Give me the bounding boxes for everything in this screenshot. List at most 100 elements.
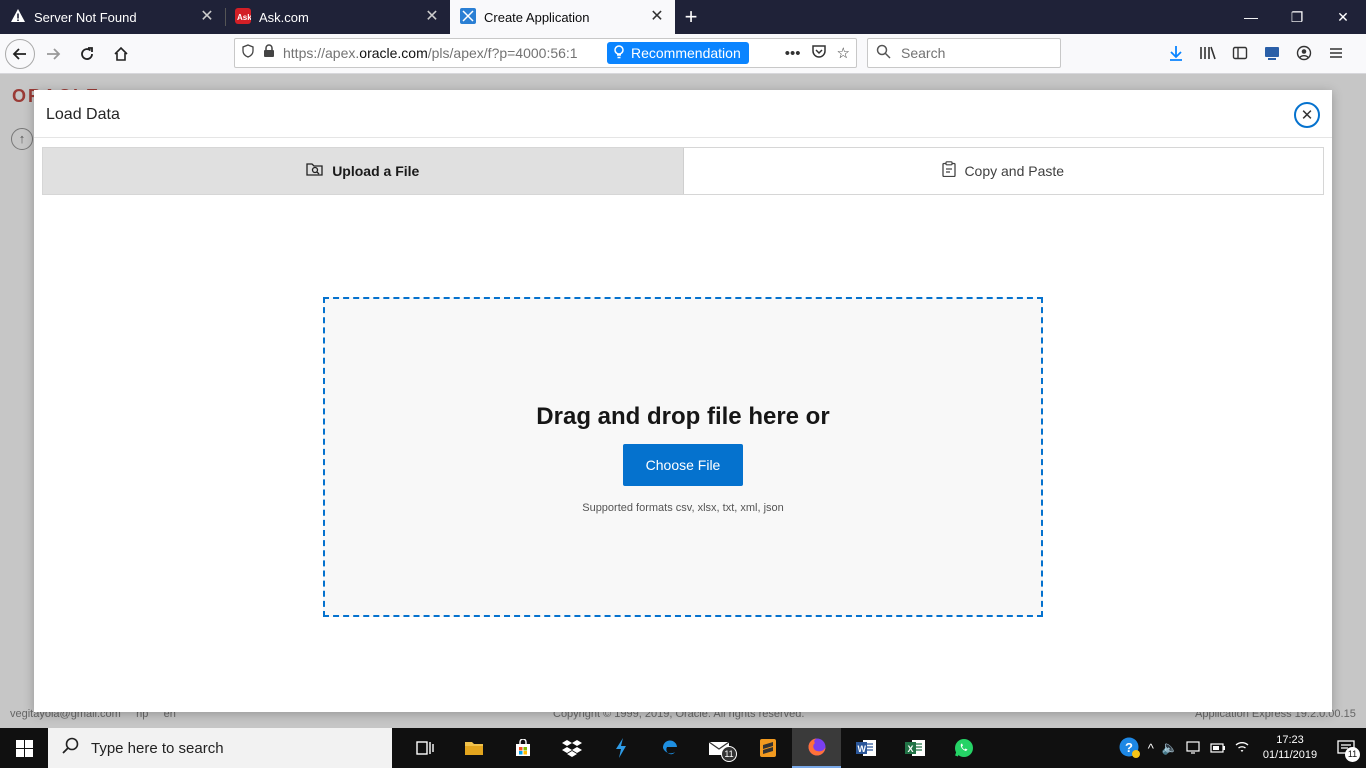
close-tab-icon[interactable]: ✕ xyxy=(199,9,215,25)
forward-arrow-icon xyxy=(47,47,61,60)
sublime-text-icon[interactable] xyxy=(743,728,792,768)
dialog-header: Load Data ✕ xyxy=(34,90,1332,138)
tab-label: Upload a File xyxy=(332,163,420,179)
warning-icon xyxy=(10,8,26,27)
tab-copy-paste[interactable]: Copy and Paste xyxy=(684,148,1324,194)
dialog-title: Load Data xyxy=(46,106,120,123)
back-arrow-icon xyxy=(12,47,26,60)
tab-create-application[interactable]: Create Application ✕ xyxy=(450,0,675,34)
search-icon xyxy=(62,737,79,759)
system-tray: ? ^ 🔈 17:23 01/11/2019 11 xyxy=(1118,728,1366,768)
whatsapp-icon[interactable] xyxy=(939,728,988,768)
forward-button[interactable] xyxy=(37,38,69,70)
notification-badge: 11 xyxy=(1345,747,1360,762)
svg-text:W: W xyxy=(857,744,866,754)
url-action-icons: ••• ☆ xyxy=(785,43,856,63)
apex-icon xyxy=(460,7,476,27)
browser-navbar: https://apex.oracle.com/pls/apex/f?p=400… xyxy=(0,34,1366,74)
taskbar-search-placeholder: Type here to search xyxy=(91,739,224,757)
tab-server-not-found[interactable]: Server Not Found ✕ xyxy=(0,0,225,34)
drop-zone-title: Drag and drop file here or xyxy=(536,403,830,430)
dialog-close-button[interactable]: ✕ xyxy=(1294,102,1320,128)
close-tab-icon[interactable]: ✕ xyxy=(424,9,440,25)
ask-icon: Ask xyxy=(235,7,252,27)
clipboard-icon xyxy=(942,161,957,181)
close-window-icon[interactable]: ✕ xyxy=(1320,0,1366,34)
tab-ask[interactable]: Ask Ask.com ✕ xyxy=(225,0,450,34)
windows-taskbar: Type here to search 11 W X ? ^ 🔈 17:23 0… xyxy=(0,728,1366,768)
battery-icon[interactable] xyxy=(1210,741,1226,756)
new-tab-button[interactable]: + xyxy=(675,0,707,34)
load-data-tabs: Upload a File Copy and Paste xyxy=(42,147,1324,195)
tab-title: Server Not Found xyxy=(34,9,137,25)
reload-button[interactable] xyxy=(71,38,103,70)
speaker-icon[interactable]: 🔈 xyxy=(1162,740,1178,756)
network-icon[interactable] xyxy=(1186,740,1202,757)
close-icon: ✕ xyxy=(1300,107,1314,124)
excel-icon[interactable]: X xyxy=(890,728,939,768)
mail-badge: 11 xyxy=(721,746,737,762)
tab-label: Copy and Paste xyxy=(964,163,1065,179)
chevron-up-icon[interactable]: ^ xyxy=(1148,741,1154,756)
clock-date: 01/11/2019 xyxy=(1262,749,1318,761)
search-icon xyxy=(876,44,891,62)
taskbar-search-box[interactable]: Type here to search xyxy=(48,728,392,768)
edge-browser-icon[interactable] xyxy=(645,728,694,768)
task-view-icon[interactable] xyxy=(400,728,449,768)
shield-icon[interactable] xyxy=(241,43,255,63)
hamburger-menu-icon[interactable] xyxy=(1324,41,1348,65)
wifi-icon[interactable] xyxy=(1234,740,1250,757)
screenshot-extension-icon[interactable] xyxy=(1260,41,1284,65)
library-icon[interactable] xyxy=(1196,41,1220,65)
taskbar-apps: 11 W X xyxy=(400,728,988,768)
restore-icon[interactable]: ❐ xyxy=(1274,0,1320,34)
mail-icon[interactable]: 11 xyxy=(694,728,743,768)
dropbox-icon[interactable] xyxy=(547,728,596,768)
tab-title: Ask.com xyxy=(259,9,309,25)
recommendation-label: Recommendation xyxy=(631,45,741,61)
bookmark-star-icon[interactable]: ☆ xyxy=(837,44,850,62)
url-bar[interactable]: https://apex.oracle.com/pls/apex/f?p=400… xyxy=(234,38,857,68)
more-actions-icon[interactable]: ••• xyxy=(785,45,801,62)
windows-logo-icon xyxy=(15,739,33,757)
browser-toolbar-right xyxy=(1164,38,1348,68)
minimize-icon[interactable]: — xyxy=(1228,0,1274,34)
arrow-up-icon: ↑ xyxy=(11,128,33,150)
notifications-button[interactable]: 11 xyxy=(1330,728,1362,768)
svg-text:Ask: Ask xyxy=(237,13,251,22)
file-drop-zone[interactable]: Drag and drop file here or Choose File S… xyxy=(323,297,1043,617)
lock-icon[interactable] xyxy=(263,43,275,63)
sidebar-icon[interactable] xyxy=(1228,41,1252,65)
browser-search-box[interactable]: Search xyxy=(867,38,1061,68)
account-icon[interactable] xyxy=(1292,41,1316,65)
supported-formats-text: Supported formats csv, xlsx, txt, xml, j… xyxy=(582,502,784,514)
pocket-icon[interactable] xyxy=(811,43,827,63)
visual-studio-icon[interactable] xyxy=(596,728,645,768)
home-button[interactable] xyxy=(105,38,137,70)
search-placeholder: Search xyxy=(901,45,946,61)
system-clock[interactable]: 17:23 01/11/2019 xyxy=(1258,733,1322,763)
home-icon xyxy=(114,46,128,61)
help-icon[interactable]: ? xyxy=(1118,736,1140,761)
firefox-icon[interactable] xyxy=(792,728,841,768)
file-explorer-icon[interactable] xyxy=(449,728,498,768)
clock-time: 17:23 xyxy=(1276,734,1304,746)
start-button[interactable] xyxy=(0,728,48,768)
close-tab-icon[interactable]: ✕ xyxy=(649,9,665,25)
reload-icon xyxy=(81,46,93,60)
browser-tab-strip: Server Not Found ✕ Ask Ask.com ✕ Create … xyxy=(0,0,1366,34)
recommendation-button[interactable]: Recommendation xyxy=(607,42,749,64)
back-button[interactable] xyxy=(5,38,35,69)
window-controls: — ❐ ✕ xyxy=(1228,0,1366,34)
svg-text:?: ? xyxy=(1125,740,1133,755)
word-icon[interactable]: W xyxy=(841,728,890,768)
load-data-dialog: Load Data ✕ Upload a File Copy and Paste… xyxy=(34,90,1332,712)
tab-title: Create Application xyxy=(484,9,590,25)
url-text[interactable]: https://apex.oracle.com/pls/apex/f?p=400… xyxy=(283,45,601,61)
tab-upload-file[interactable]: Upload a File xyxy=(43,148,684,194)
download-icon[interactable] xyxy=(1164,41,1188,65)
svg-text:X: X xyxy=(907,744,913,754)
store-icon[interactable] xyxy=(498,728,547,768)
choose-file-button[interactable]: Choose File xyxy=(623,444,743,486)
file-search-icon xyxy=(306,161,324,181)
